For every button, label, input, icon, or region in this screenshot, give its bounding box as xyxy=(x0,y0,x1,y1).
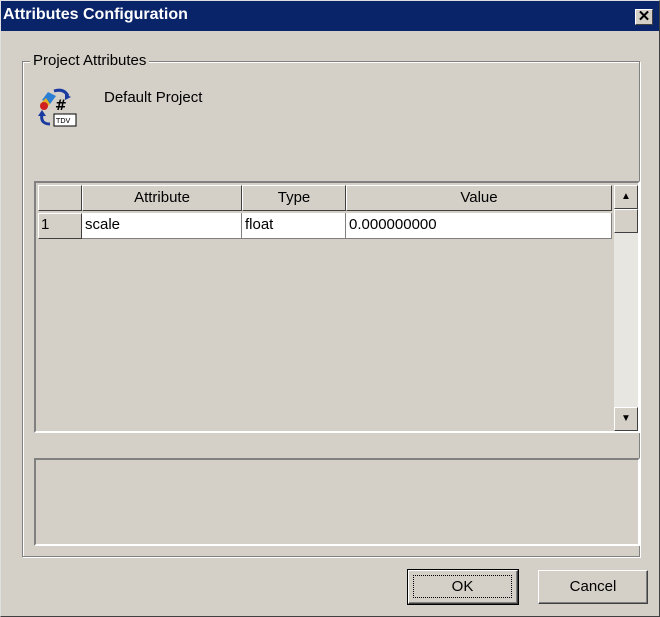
grid-corner-header xyxy=(38,185,82,211)
cell-attribute[interactable]: scale xyxy=(82,213,242,239)
scroll-up-button[interactable]: ▲ xyxy=(614,185,638,209)
cell-value[interactable]: 0.000000000 xyxy=(346,213,612,239)
project-attributes-icon: # TDV xyxy=(38,88,77,127)
close-button[interactable]: ✕ xyxy=(635,9,653,25)
column-header-attribute[interactable]: Attribute xyxy=(82,185,242,211)
scroll-down-button[interactable]: ▼ xyxy=(614,407,638,431)
vertical-scrollbar[interactable]: ▲ ▼ xyxy=(614,185,638,431)
cancel-button[interactable]: Cancel xyxy=(538,570,648,604)
row-number[interactable]: 1 xyxy=(38,213,82,239)
title-bar[interactable]: Attributes Configuration ✕ xyxy=(1,1,659,31)
svg-text:#: # xyxy=(55,98,67,114)
svg-text:TDV: TDV xyxy=(55,117,71,125)
scroll-thumb[interactable] xyxy=(614,209,638,233)
ok-button-label: OK xyxy=(413,575,512,598)
group-legend: Project Attributes xyxy=(30,52,150,69)
project-name: Default Project xyxy=(104,89,203,106)
column-header-value[interactable]: Value xyxy=(346,185,612,211)
window-title: Attributes Configuration xyxy=(3,6,188,23)
attributes-grid[interactable]: Attribute Type Value 1 scale float 0.000… xyxy=(34,181,640,433)
cell-type[interactable]: float xyxy=(242,213,346,239)
description-panel xyxy=(34,458,640,546)
ok-button[interactable]: OK xyxy=(407,569,519,605)
column-header-type[interactable]: Type xyxy=(242,185,346,211)
